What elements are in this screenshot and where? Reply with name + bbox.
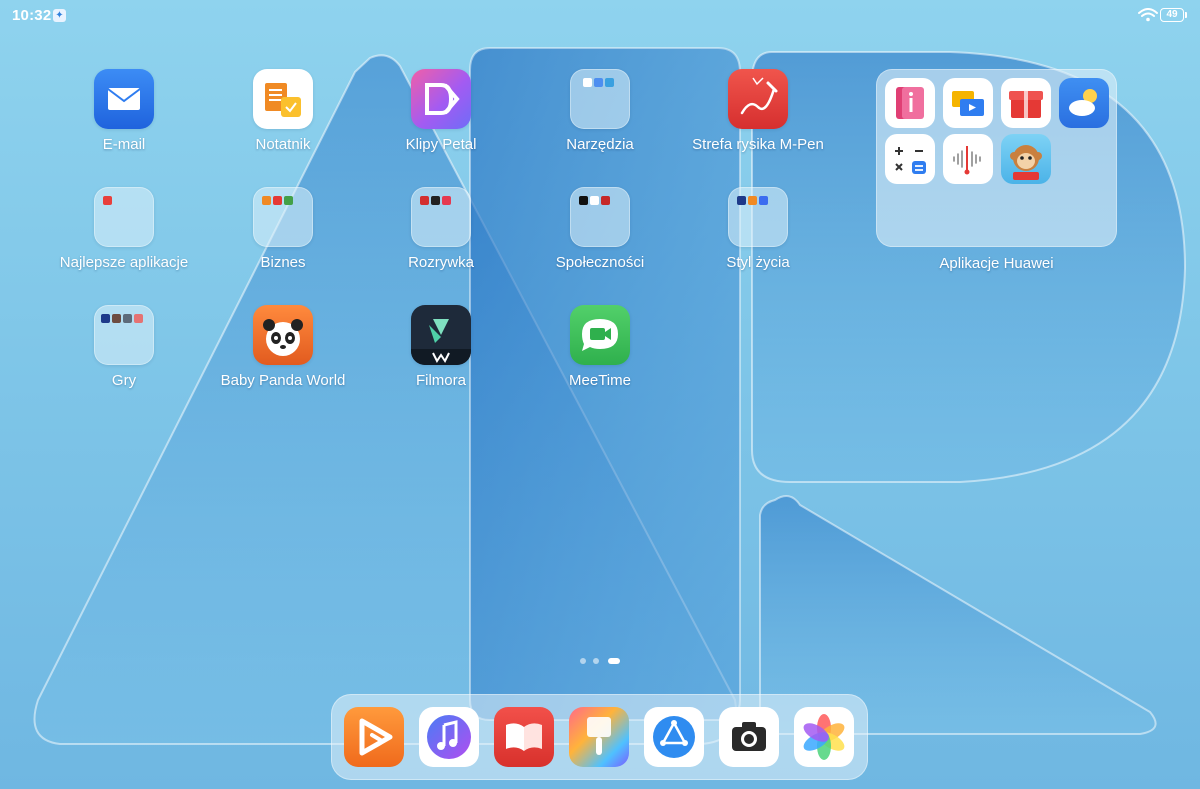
app-label: Społeczności — [555, 254, 645, 271]
battery-level: 49 — [1166, 9, 1178, 20]
tips-icon — [885, 78, 935, 128]
folder-najlepsze-aplikacje[interactable]: Najlepsze aplikacje — [44, 187, 204, 271]
folder-styl-zycia[interactable]: Styl życia — [678, 187, 838, 271]
tools-folder-icon — [570, 69, 630, 129]
app-label: Strefa rysika M-Pen — [692, 136, 824, 153]
meetime-icon — [570, 305, 630, 365]
panda-icon — [253, 305, 313, 365]
page-dot-active[interactable] — [608, 658, 620, 664]
themes-icon[interactable] — [569, 707, 629, 767]
social-folder-icon — [570, 187, 630, 247]
folder-label: Aplikacje Huawei — [939, 255, 1054, 272]
dock — [331, 694, 868, 780]
filmora-icon — [411, 305, 471, 365]
folder-narzedzia[interactable]: Narzędzia — [520, 69, 680, 153]
weather-icon — [1059, 78, 1109, 128]
battery-tip — [1185, 12, 1187, 18]
mail-icon — [94, 69, 154, 129]
app-klipy-petal[interactable]: Klipy Petal — [361, 69, 521, 153]
app-meetime[interactable]: MeeTime — [520, 305, 680, 389]
app-baby-panda-world[interactable]: Baby Panda World — [203, 305, 363, 389]
app-label: Notatnik — [255, 136, 311, 153]
voice-recorder-icon — [943, 134, 993, 184]
books-icon[interactable] — [494, 707, 554, 767]
app-filmora[interactable]: Filmora — [361, 305, 521, 389]
lifestyle-folder-icon — [728, 187, 788, 247]
app-label: E-mail — [102, 136, 146, 153]
status-time: 10:32 — [12, 7, 52, 24]
app-label: Klipy Petal — [405, 136, 477, 153]
app-label: Gry — [111, 372, 137, 389]
wifi-icon — [1138, 8, 1158, 22]
camera-icon[interactable] — [719, 707, 779, 767]
mpen-icon — [728, 69, 788, 129]
app-label: Filmora — [415, 372, 466, 389]
browser-icon[interactable] — [644, 707, 704, 767]
gift-box-icon — [1001, 78, 1051, 128]
app-label: Biznes — [260, 254, 306, 271]
app-email[interactable]: E-mail — [44, 69, 204, 153]
music-icon[interactable] — [419, 707, 479, 767]
calculator-icon — [885, 134, 935, 184]
app-label: Rozrywka — [408, 254, 474, 271]
folder-spolecznosci[interactable]: Społeczności — [520, 187, 680, 271]
app-label: Baby Panda World — [220, 372, 346, 389]
games-folder-icon — [94, 305, 154, 365]
app-strefa-rysika[interactable]: Strefa rysika M-Pen — [678, 69, 838, 153]
best-apps-folder-icon — [94, 187, 154, 247]
notepad-icon — [253, 69, 313, 129]
folder-aplikacje-huawei[interactable] — [876, 69, 1117, 247]
page-dot[interactable] — [593, 658, 599, 664]
folder-rozrywka[interactable]: Rozrywka — [361, 187, 521, 271]
app-notatnik[interactable]: Notatnik — [203, 69, 363, 153]
business-folder-icon — [253, 187, 313, 247]
app-label: Narzędzia — [566, 136, 634, 153]
notification-badge-icon: ✦ — [53, 9, 66, 22]
app-label: Styl życia — [726, 254, 790, 271]
petal-clips-icon — [411, 69, 471, 129]
app-label: Najlepsze aplikacje — [59, 254, 189, 271]
status-bar: 10:32 ✦ 49 — [0, 0, 1200, 32]
monkey-kids-icon — [1001, 134, 1051, 184]
entertainment-folder-icon — [411, 187, 471, 247]
folder-biznes[interactable]: Biznes — [203, 187, 363, 271]
app-label: MeeTime — [569, 372, 631, 389]
battery-indicator: 49 — [1160, 8, 1184, 22]
cast-icon — [943, 78, 993, 128]
page-dot[interactable] — [580, 658, 586, 664]
folder-gry[interactable]: Gry — [44, 305, 204, 389]
video-icon[interactable] — [344, 707, 404, 767]
gallery-icon[interactable] — [794, 707, 854, 767]
